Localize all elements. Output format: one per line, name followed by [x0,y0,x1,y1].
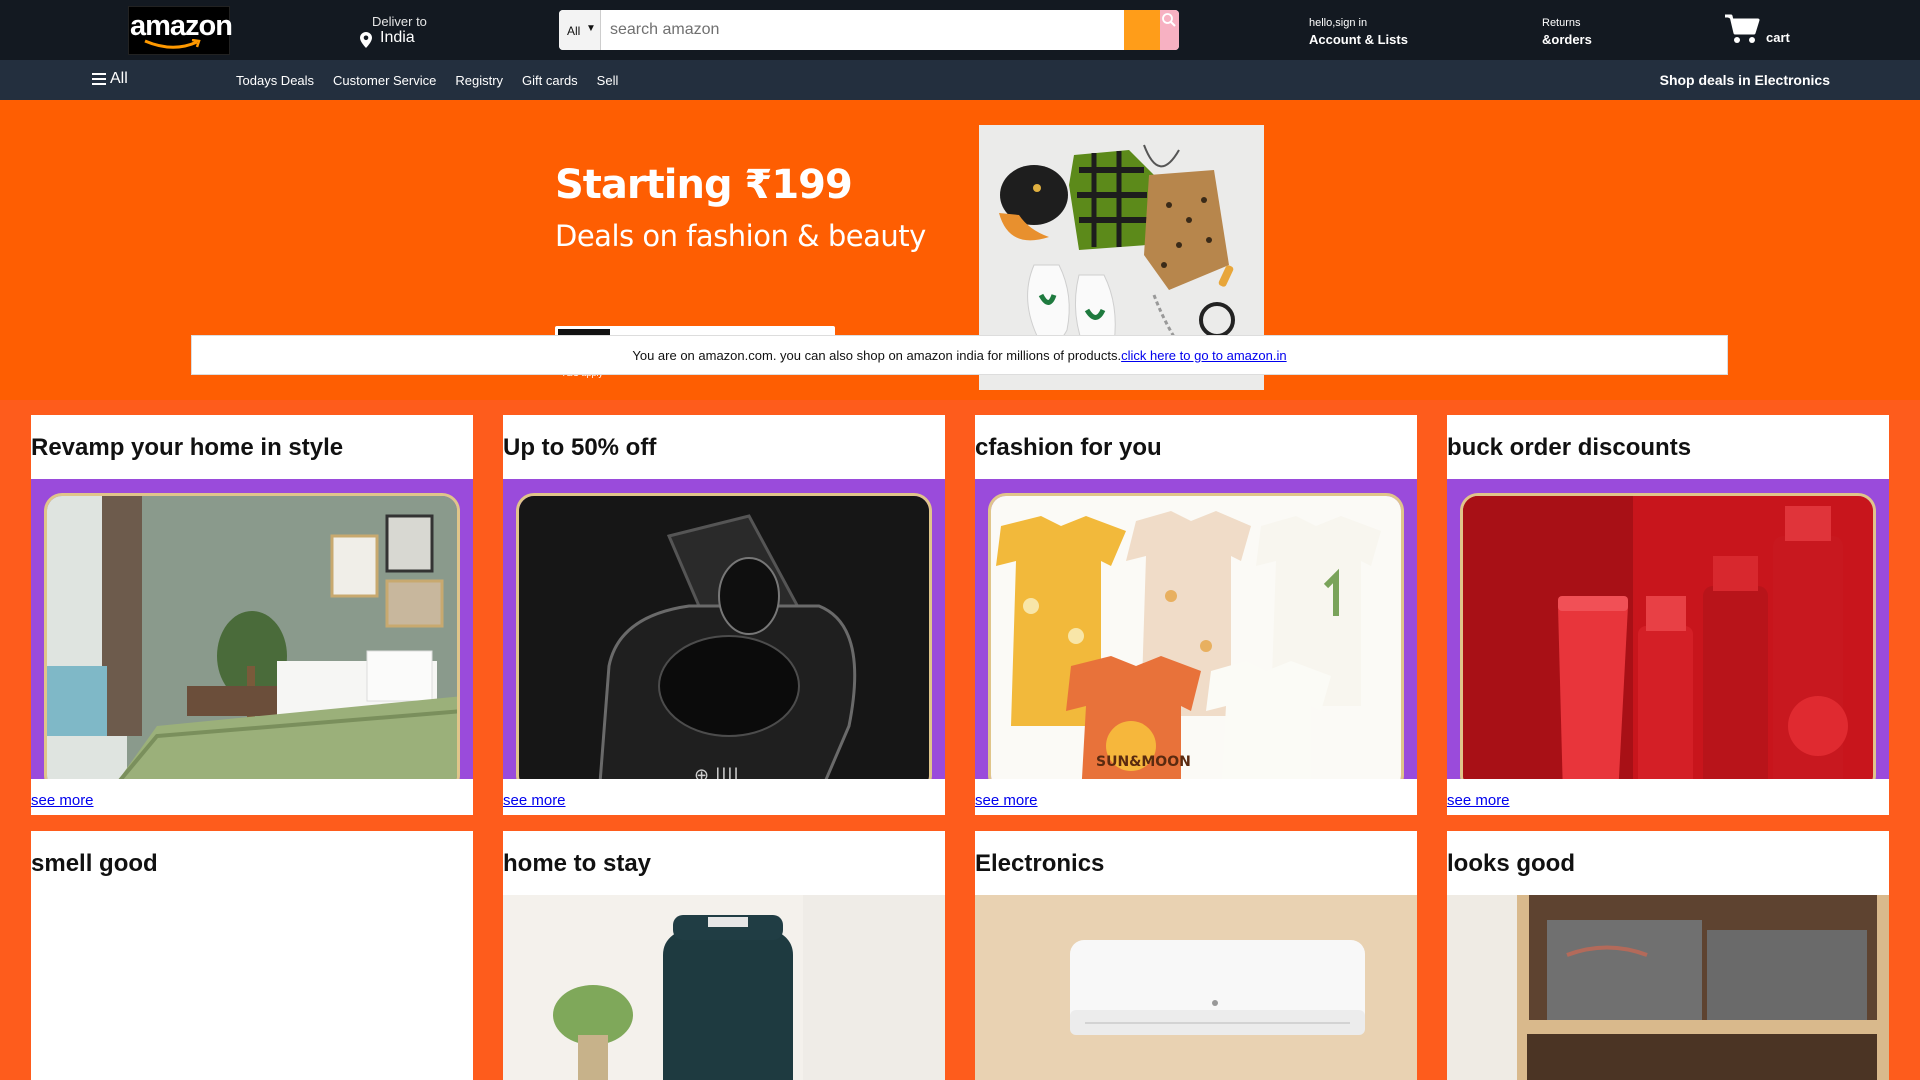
all-menu-label: All [110,70,128,87]
search-category-label: All [567,24,581,38]
card-revamp-home: Revamp your home in style see more [31,415,473,815]
card-title: Up to 50% off [503,434,657,461]
search-button[interactable] [1124,10,1160,50]
chevron-down-icon: ▼ [586,23,596,34]
card-frame [31,479,473,779]
all-menu-button[interactable]: All [92,70,128,88]
card-title: Electronics [975,850,1105,877]
card-buck-order-discounts: buck order discounts see more [1447,415,1889,815]
card-image-inner [44,493,460,779]
search-bar: All ▼ [559,10,1179,50]
see-more-link[interactable]: see more [1447,792,1510,809]
notice-text: You are on amazon.com. you can also shop… [632,347,1122,363]
card-smell-good: smell good [31,831,473,1080]
svg-text:SUN&MOON: SUN&MOON [1096,754,1191,770]
top-navbar: amazon Deliver to India All ▼ hello,sign… [0,0,1920,60]
air-fryer-illustration [503,895,945,1080]
card-title: buck order discounts [1447,434,1692,461]
nav-link-registry[interactable]: Registry [455,73,503,88]
see-more-link[interactable]: see more [975,792,1038,809]
account-label: Account & Lists [1309,32,1408,47]
location-pin-icon [360,32,372,48]
card-title: Revamp your home in style [31,434,344,461]
card-image[interactable] [975,895,1417,1080]
subnav-links: Todays Deals Customer Service Registry G… [236,73,618,88]
card-frame: ⊕ |||| [503,479,945,779]
nav-link-todays-deals[interactable]: Todays Deals [236,73,314,88]
nav-link-gift-cards[interactable]: Gift cards [522,73,578,88]
search-icon[interactable] [1161,12,1177,28]
electronics-promo-link[interactable]: Shop deals in Electronics [1660,72,1830,88]
skincare-illustration [1463,496,1873,779]
card-home-to-stay: home to stay [503,831,945,1080]
returns-line1: Returns [1542,17,1581,29]
card-image-inner: ⊕ |||| [516,493,932,779]
nav-link-customer-service[interactable]: Customer Service [333,73,436,88]
see-more-link[interactable]: see more [31,792,94,809]
card-image[interactable] [1447,479,1889,779]
cart-label: cart [1766,30,1790,45]
card-image[interactable] [503,895,945,1080]
logo-smile-icon [144,39,201,49]
see-more-link[interactable]: see more [503,792,566,809]
search-category-select[interactable]: All ▼ [559,10,601,50]
cart-button[interactable]: cart [1724,13,1844,47]
go-to-amazon-in-link[interactable]: click here to go to amazon.in [1121,348,1286,363]
card-title: cfashion for you [975,434,1162,461]
card-image[interactable]: ⊕ |||| [503,479,945,779]
card-fashion-for-you: cfashion for you SUN&MOON see more [975,415,1417,815]
deliver-country: India [380,29,415,46]
returns-orders[interactable]: Returns &orders [1542,17,1592,47]
hamburger-menu-icon [92,72,106,85]
card-electronics: Electronics [975,831,1417,1080]
account-greeting: hello,sign in [1309,17,1368,29]
secondary-navbar: All Todays Deals Customer Service Regist… [0,60,1920,100]
nav-link-sell[interactable]: Sell [597,73,619,88]
storage-shelf-illustration [1447,895,1889,1080]
earbuds-illustration: ⊕ |||| [519,496,929,779]
card-image[interactable]: SUN&MOON [975,479,1417,779]
bedroom-illustration [47,496,457,779]
returns-line2: &orders [1542,32,1592,47]
hero-subline: Deals on fashion & beauty [555,219,926,253]
baby-clothes-illustration: SUN&MOON [991,496,1401,779]
card-image[interactable] [1447,895,1889,1080]
cart-icon [1725,14,1760,43]
card-looks-good: looks good [1447,831,1889,1080]
deliver-label: Deliver to [372,14,427,29]
card-title: smell good [31,850,158,877]
card-title: home to stay [503,850,652,877]
hero-headline: Starting ₹199 [555,162,853,208]
card-frame: SUN&MOON [975,479,1417,779]
search-input[interactable] [602,10,1124,50]
amazon-logo[interactable]: amazon [128,6,233,55]
card-image[interactable] [31,479,473,779]
card-image-inner: SUN&MOON [988,493,1404,779]
country-notice-bar: You are on amazon.com. you can also shop… [191,335,1728,375]
card-image-inner [1460,493,1876,779]
card-up-to-50-off: Up to 50% off ⊕ |||| see more [503,415,945,815]
card-title: looks good [1447,850,1575,877]
card-frame [1447,479,1889,779]
svg-text:⊕ ||||: ⊕ |||| [694,765,739,779]
account-lists[interactable]: hello,sign in Account & Lists [1309,17,1408,47]
air-conditioner-illustration [975,895,1417,1080]
